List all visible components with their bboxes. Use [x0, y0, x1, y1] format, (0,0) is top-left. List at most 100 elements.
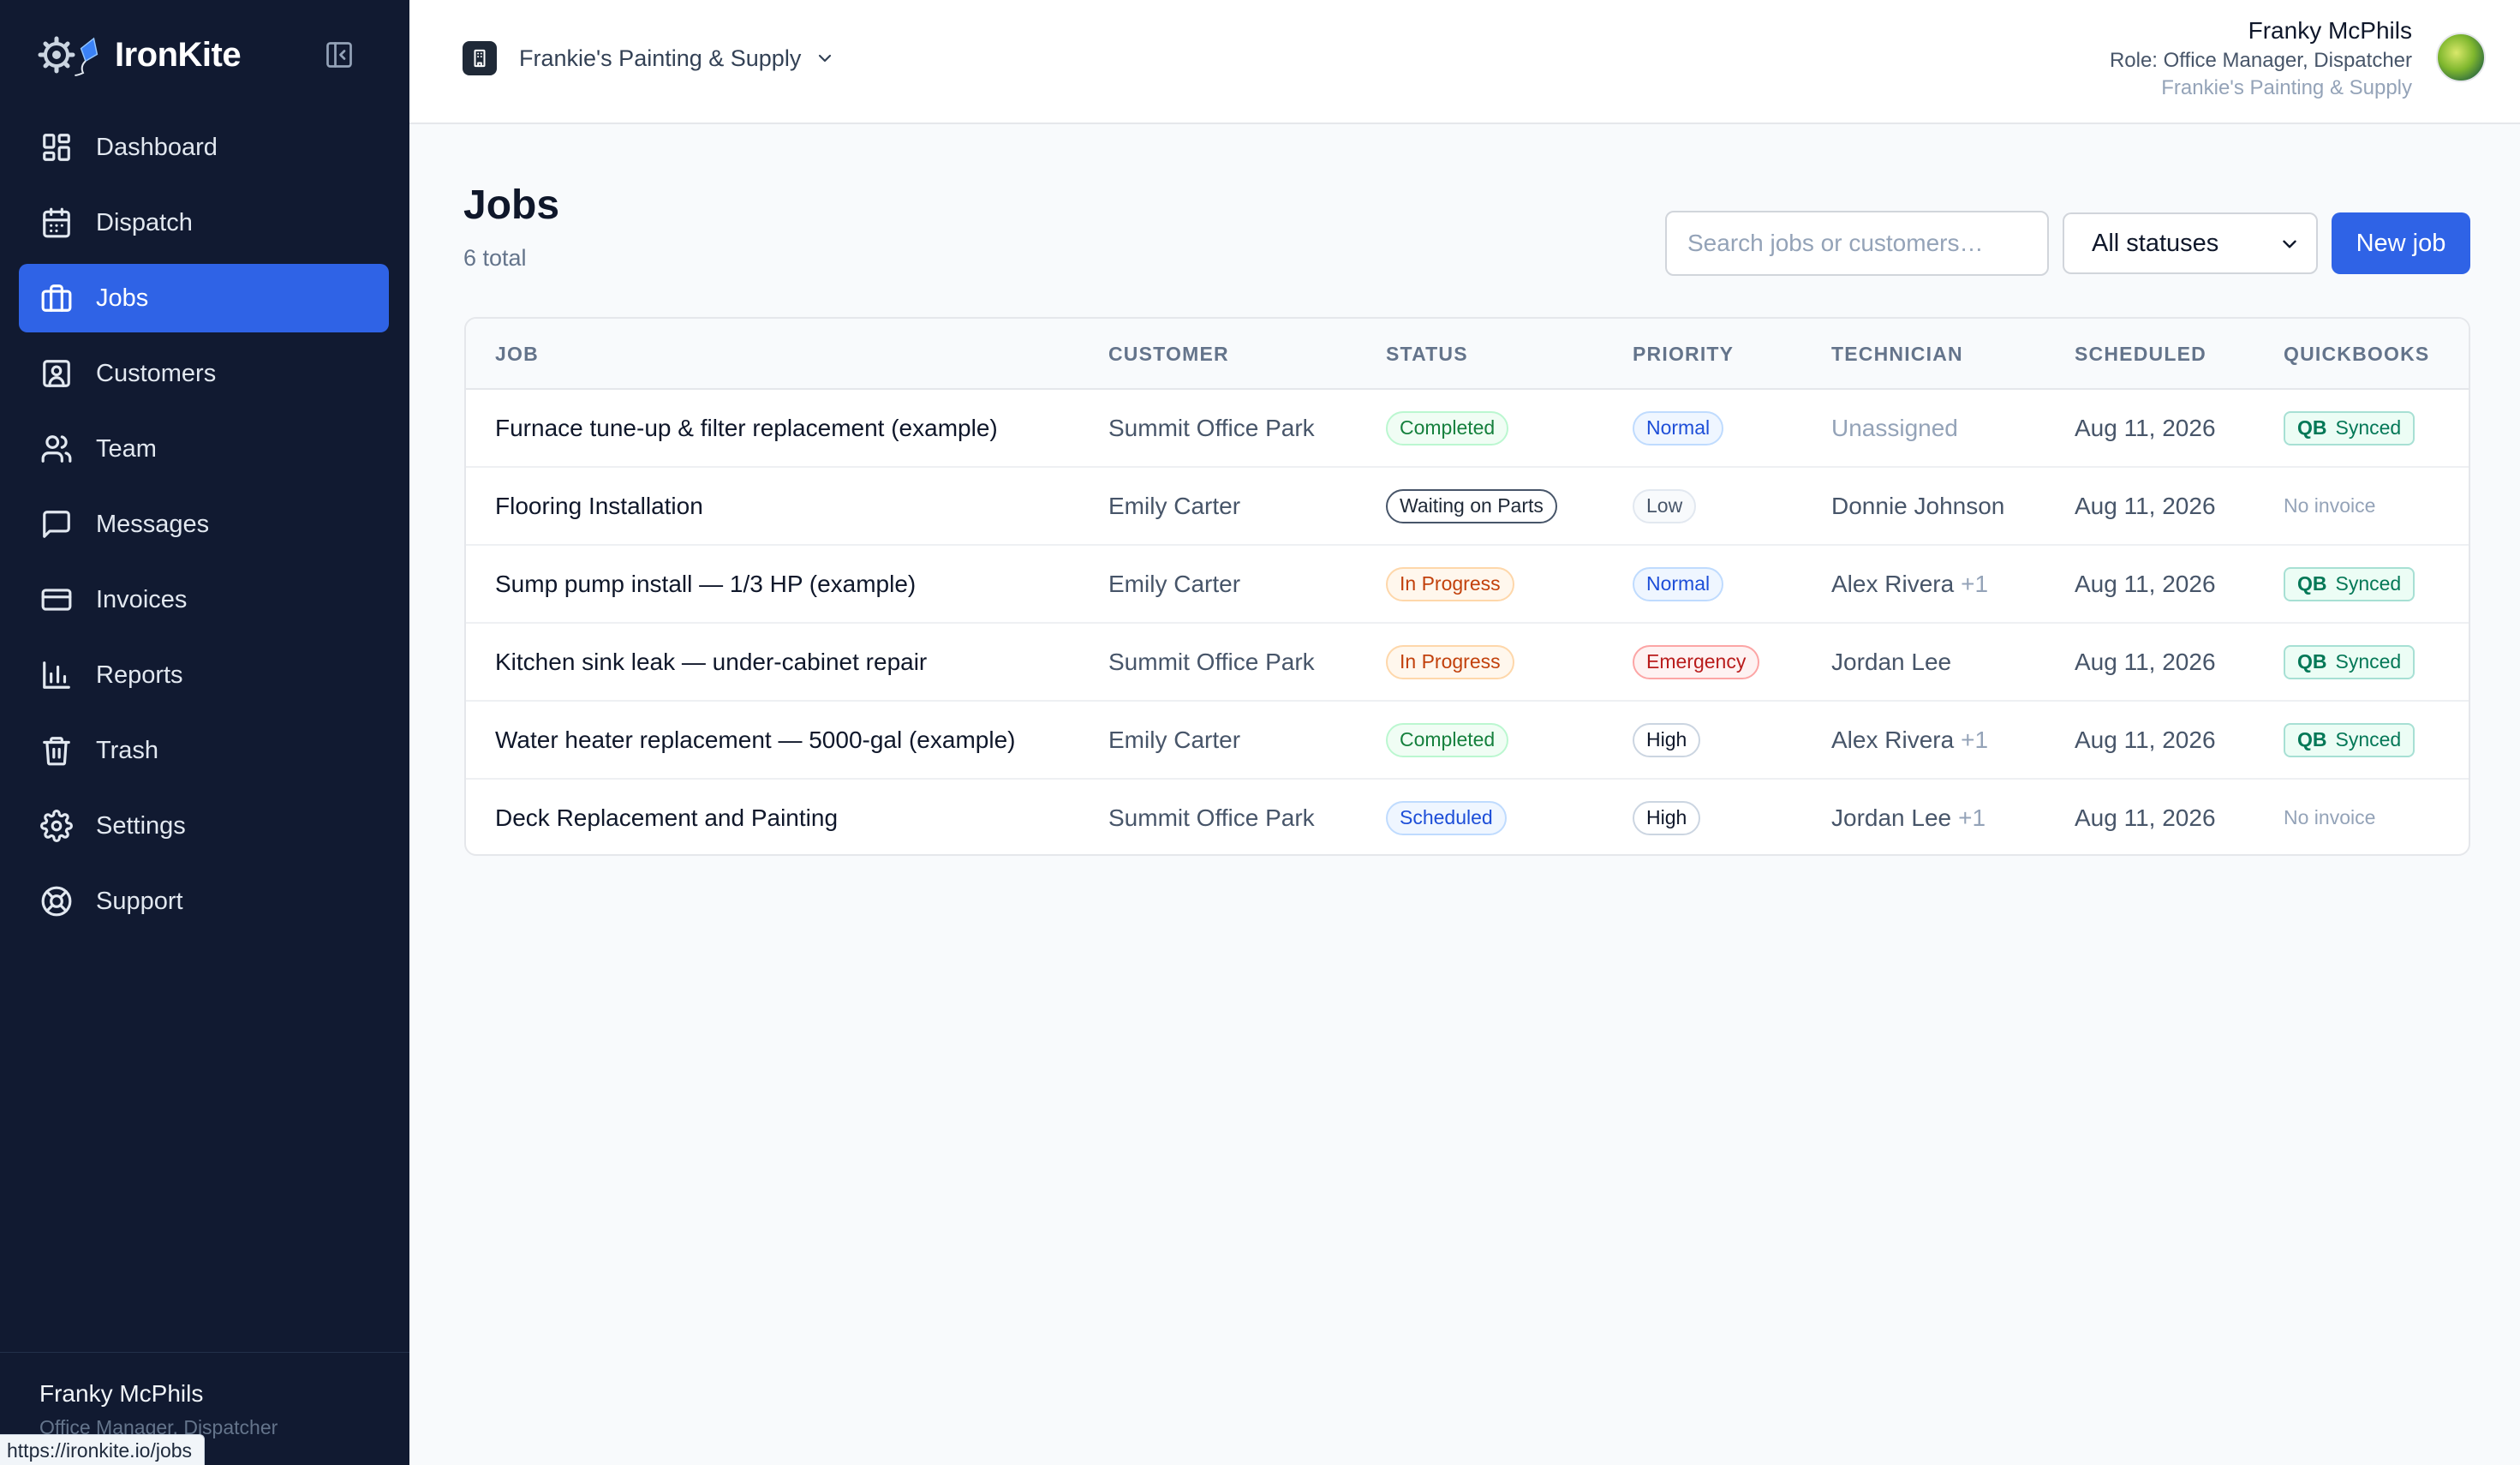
- scheduled-date: Aug 11, 2026: [2075, 648, 2216, 675]
- sidebar-item-dispatch[interactable]: Dispatch: [19, 188, 389, 257]
- qb-status-text: Synced: [2335, 728, 2402, 750]
- technician-name: Alex Rivera: [1831, 726, 1955, 753]
- status-filter-select[interactable]: All statuses: [2063, 212, 2318, 274]
- chevron-down-icon: [815, 47, 837, 69]
- job-title[interactable]: Kitchen sink leak — under-cabinet repair: [495, 624, 927, 700]
- scheduled-date: Aug 11, 2026: [2075, 726, 2216, 753]
- sidebar-item-trash[interactable]: Trash: [19, 716, 389, 785]
- column-header-quickbooks[interactable]: QUICKBOOKS: [2284, 343, 2429, 366]
- logo-icon: [38, 31, 110, 79]
- user-org: Frankie's Painting & Supply: [2161, 76, 2412, 99]
- sidebar-item-team[interactable]: Team: [19, 415, 389, 483]
- customer-name: Summit Office Park: [1108, 414, 1315, 441]
- credit-card-icon: [39, 583, 74, 617]
- user-role: Role: Office Manager, Dispatcher: [2109, 49, 2412, 72]
- table-row[interactable]: Water heater replacement — 5000-gal (exa…: [466, 702, 2469, 780]
- gear-icon: [39, 809, 74, 843]
- qb-prefix: QB: [2297, 572, 2327, 595]
- status-badge: In Progress: [1386, 644, 1514, 679]
- sidebar-user-name: Franky McPhils: [39, 1380, 204, 1407]
- chevron-down-icon: [2283, 240, 2296, 248]
- new-job-button[interactable]: New job: [2332, 212, 2470, 274]
- scheduled-date: Aug 11, 2026: [2075, 492, 2216, 519]
- column-header-scheduled[interactable]: SCHEDULED: [2075, 343, 2206, 366]
- quickbooks-status: QB Synced: [2284, 566, 2415, 601]
- calendar-icon: [39, 206, 74, 240]
- sidebar-item-label: Dashboard: [96, 133, 218, 161]
- scheduled-date: Aug 11, 2026: [2075, 414, 2216, 441]
- sidebar-item-dashboard[interactable]: Dashboard: [19, 113, 389, 182]
- trash-icon: [39, 733, 74, 768]
- customer-name: Emily Carter: [1108, 726, 1241, 753]
- sidebar-item-jobs[interactable]: Jobs: [19, 264, 389, 332]
- sidebar-item-reports[interactable]: Reports: [19, 641, 389, 709]
- sidebar-item-messages[interactable]: Messages: [19, 490, 389, 559]
- column-header-customer[interactable]: CUSTOMER: [1108, 343, 1229, 366]
- page-title: Jobs: [463, 182, 560, 228]
- user-info[interactable]: Franky McPhils Role: Office Manager, Dis…: [2110, 15, 2412, 101]
- search-input[interactable]: [1665, 211, 2049, 276]
- column-header-status[interactable]: STATUS: [1386, 343, 1468, 366]
- priority-badge: Emergency: [1633, 644, 1760, 679]
- building-icon: [463, 41, 497, 75]
- additional-technicians-count: +1: [1961, 570, 1989, 597]
- sidebar-item-label: Invoices: [96, 585, 188, 613]
- dashboard-icon: [39, 130, 74, 164]
- scheduled-date: Aug 11, 2026: [2075, 804, 2216, 831]
- collapse-sidebar-button[interactable]: [319, 38, 360, 72]
- technician-name: Donnie Johnson: [1831, 492, 2005, 519]
- table-row[interactable]: Deck Replacement and Painting Summit Off…: [466, 780, 2469, 854]
- priority-badge: High: [1633, 800, 1701, 835]
- customer-name: Summit Office Park: [1108, 648, 1315, 675]
- scheduled-date: Aug 11, 2026: [2075, 570, 2216, 597]
- additional-technicians-count: +1: [1958, 804, 1986, 831]
- table-row[interactable]: Flooring Installation Emily Carter Waiti…: [466, 468, 2469, 546]
- status-badge: Completed: [1386, 410, 1509, 445]
- table-row[interactable]: Kitchen sink leak — under-cabinet repair…: [466, 624, 2469, 702]
- quickbooks-status: No invoice: [2284, 494, 2376, 517]
- sidebar-item-settings[interactable]: Settings: [19, 792, 389, 860]
- sidebar-item-label: Dispatch: [96, 208, 193, 236]
- sidebar-item-customers[interactable]: Customers: [19, 339, 389, 408]
- sidebar-item-support[interactable]: Support: [19, 867, 389, 936]
- quickbooks-status: No invoice: [2284, 806, 2376, 828]
- quickbooks-status: QB Synced: [2284, 722, 2415, 757]
- additional-technicians-count: +1: [1961, 726, 1989, 753]
- brand[interactable]: IronKite: [38, 31, 242, 79]
- customer-name: Summit Office Park: [1108, 804, 1315, 831]
- sidebar-nav: Dashboard Dispatch Jobs Customers Team M…: [19, 113, 389, 942]
- priority-badge: Normal: [1633, 566, 1724, 601]
- priority-badge: Low: [1633, 488, 1697, 523]
- job-title[interactable]: Flooring Installation: [495, 468, 703, 544]
- org-name: Frankie's Painting & Supply: [519, 45, 802, 71]
- job-count: 6 total: [463, 245, 527, 271]
- quickbooks-status: QB Synced: [2284, 644, 2415, 679]
- priority-badge: High: [1633, 722, 1701, 757]
- status-badge: Completed: [1386, 722, 1509, 757]
- job-title[interactable]: Sump pump install — 1/3 HP (example): [495, 546, 916, 622]
- sidebar-item-invoices[interactable]: Invoices: [19, 565, 389, 634]
- brand-name: IronKite: [115, 35, 242, 74]
- table-row[interactable]: Sump pump install — 1/3 HP (example) Emi…: [466, 546, 2469, 624]
- status-badge: Waiting on Parts: [1386, 488, 1557, 523]
- job-title[interactable]: Deck Replacement and Painting: [495, 780, 838, 854]
- sidebar-item-label: Settings: [96, 811, 186, 840]
- column-header-priority[interactable]: PRIORITY: [1633, 343, 1734, 366]
- qb-status-text: Synced: [2335, 416, 2402, 439]
- column-header-job[interactable]: JOB: [495, 343, 539, 366]
- sidebar: IronKite Dashboard Dispatch Jobs Custome…: [0, 0, 409, 1465]
- status-badge: In Progress: [1386, 566, 1514, 601]
- sidebar-item-label: Messages: [96, 510, 210, 538]
- technician-name: Unassigned: [1831, 414, 1958, 441]
- qb-prefix: QB: [2297, 728, 2327, 750]
- column-header-technician[interactable]: TECHNICIAN: [1831, 343, 1963, 366]
- avatar[interactable]: [2436, 33, 2486, 82]
- org-switcher[interactable]: Frankie's Painting & Supply: [463, 39, 837, 77]
- lifebuoy-icon: [39, 884, 74, 918]
- job-title[interactable]: Furnace tune-up & filter replacement (ex…: [495, 390, 998, 466]
- sidebar-item-label: Support: [96, 887, 183, 915]
- table-row[interactable]: Furnace tune-up & filter replacement (ex…: [466, 390, 2469, 468]
- qb-status-text: Synced: [2335, 650, 2402, 673]
- job-title[interactable]: Water heater replacement — 5000-gal (exa…: [495, 702, 1015, 778]
- customer-name: Emily Carter: [1108, 570, 1241, 597]
